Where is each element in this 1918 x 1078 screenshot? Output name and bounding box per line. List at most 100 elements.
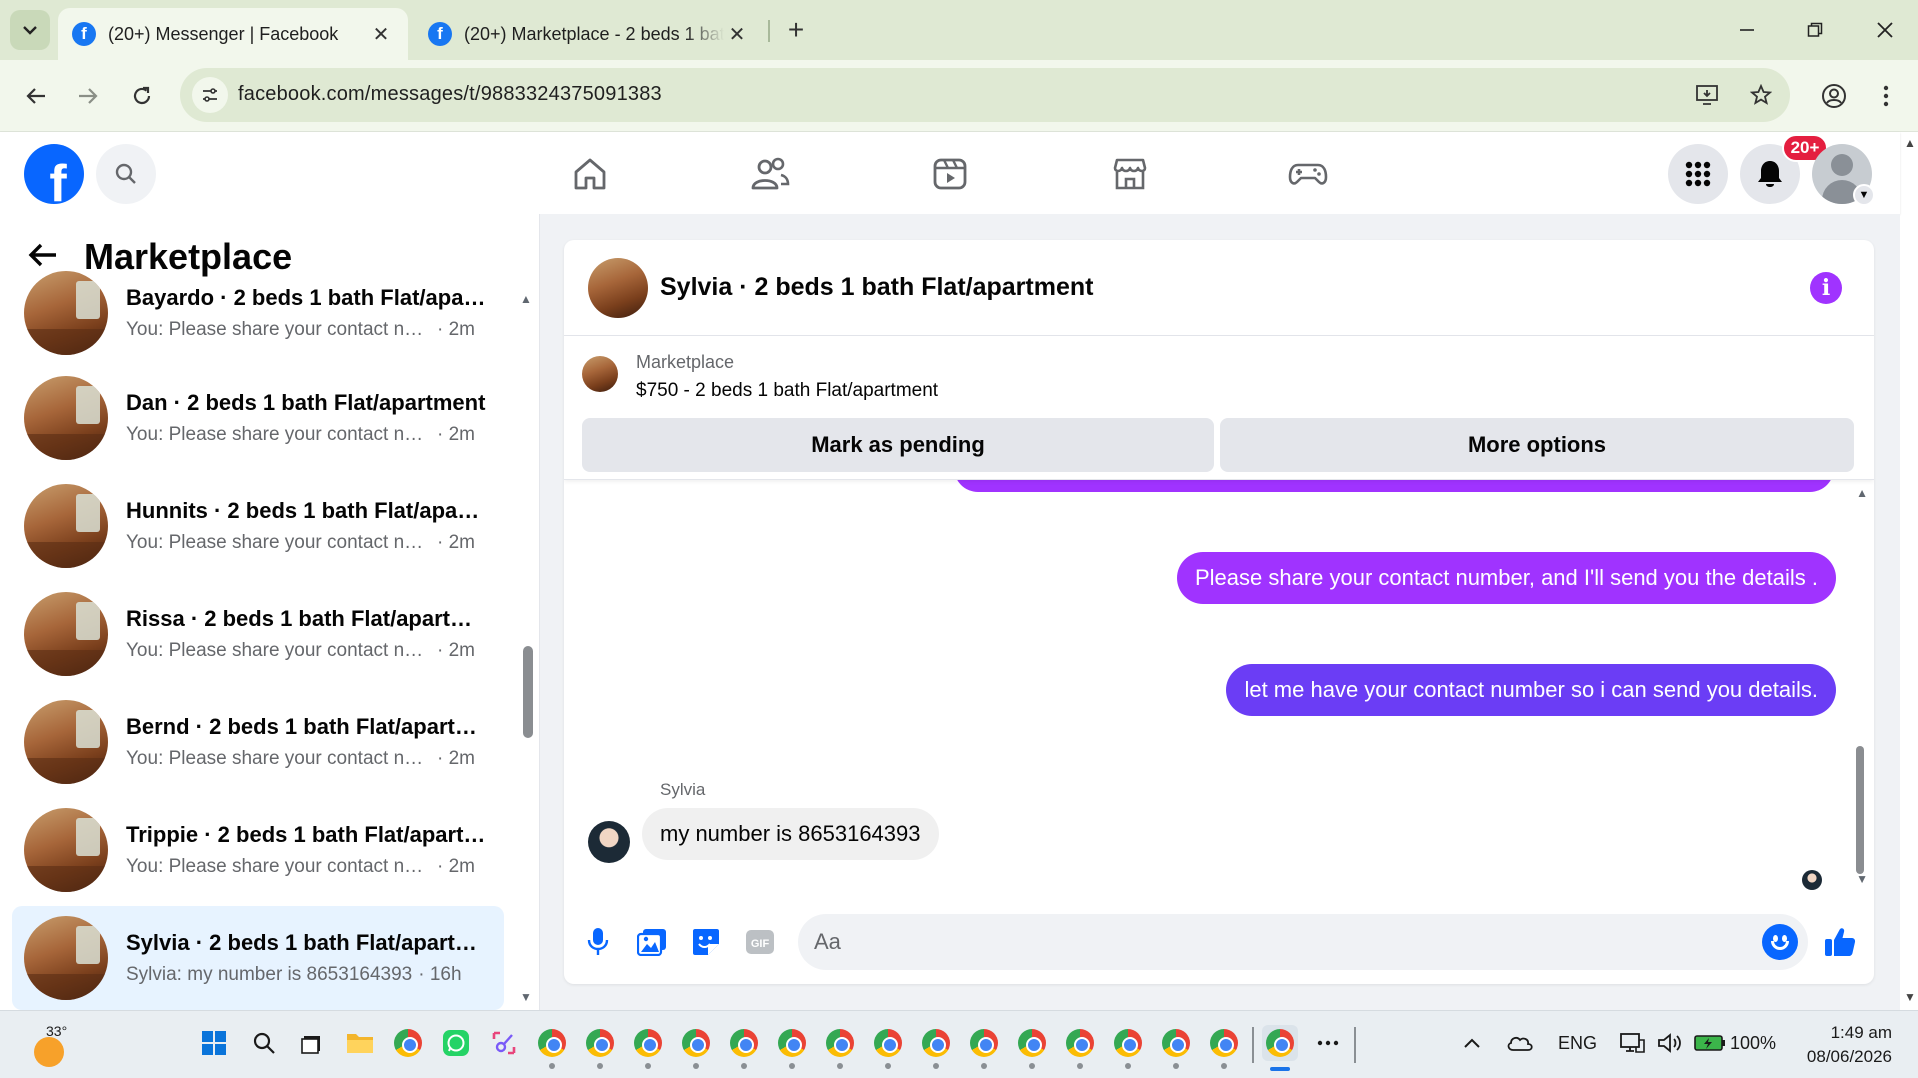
taskbar-chrome-window[interactable]: [822, 1025, 858, 1069]
network-button[interactable]: [1614, 1025, 1650, 1061]
close-tab-icon[interactable]: ✕: [368, 21, 394, 47]
chat-avatar[interactable]: [588, 257, 648, 318]
taskbar-chrome-window[interactable]: [726, 1025, 762, 1069]
chevron-down-icon: [23, 26, 37, 35]
facebook-logo[interactable]: f: [24, 144, 84, 204]
browser-menu-button[interactable]: [1866, 76, 1906, 116]
taskbar-divider: [1252, 1027, 1254, 1063]
messages-scrollbar-thumb[interactable]: [1856, 746, 1864, 874]
taskbar-chrome-window[interactable]: [1062, 1025, 1098, 1069]
conversation-item[interactable]: Hunnits · 2 beds 1 bath Flat/apartment Y…: [12, 476, 504, 576]
nav-marketplace[interactable]: [1108, 152, 1152, 196]
emoji-icon[interactable]: [1762, 924, 1798, 960]
clock-date: 08/06/2026: [1806, 1047, 1892, 1066]
messages-scroll-up-arrow[interactable]: ▲: [1856, 486, 1868, 500]
volume-button[interactable]: [1652, 1025, 1688, 1061]
message-input[interactable]: [814, 926, 1714, 958]
taskbar-chrome-window[interactable]: [1110, 1025, 1146, 1069]
listing-title[interactable]: $750 - 2 beds 1 bath Flat/apartment: [636, 380, 938, 402]
taskbar-chrome-button[interactable]: [390, 1025, 426, 1061]
conversation-item[interactable]: Trippie · 2 beds 1 bath Flat/apartment Y…: [12, 800, 504, 900]
gif-icon[interactable]: GIF: [742, 924, 778, 960]
sidebar-scroll-down-arrow[interactable]: ▼: [520, 990, 532, 1004]
info-icon[interactable]: i: [1810, 272, 1842, 304]
address-bar[interactable]: facebook.com/messages/t/9883324375091383: [180, 68, 1790, 122]
page-scroll-up-arrow[interactable]: ▲: [1904, 136, 1916, 150]
nav-friends[interactable]: [748, 152, 792, 196]
conversation-item[interactable]: Rissa · 2 beds 1 bath Flat/apartment You…: [12, 584, 504, 684]
taskbar-chrome-window[interactable]: [1158, 1025, 1194, 1069]
tab-messenger[interactable]: f (20+) Messenger | Facebook ✕: [58, 8, 408, 60]
more-options-button[interactable]: More options: [1220, 418, 1854, 472]
taskbar-chrome-window[interactable]: [678, 1025, 714, 1069]
close-window-button[interactable]: [1862, 10, 1908, 50]
taskbar-search-button[interactable]: [246, 1025, 282, 1061]
sidebar-scroll-up-arrow[interactable]: ▲: [520, 292, 532, 306]
listing-thumbnail[interactable]: [582, 356, 618, 392]
restore-button[interactable]: [1792, 10, 1838, 50]
file-explorer-button[interactable]: [342, 1025, 378, 1061]
sticker-icon[interactable]: [688, 924, 724, 960]
tab-marketplace[interactable]: f (20+) Marketplace - 2 beds 1 bath ✕: [414, 8, 764, 60]
nav-gaming[interactable]: [1286, 152, 1330, 196]
tab-search-button[interactable]: [10, 10, 50, 50]
chat-title[interactable]: Sylvia · 2 beds 1 bath Flat/apartment: [660, 273, 1093, 302]
taskbar-chrome-window[interactable]: [1206, 1025, 1242, 1069]
page-scroll-down-arrow[interactable]: ▼: [1904, 990, 1916, 1004]
new-tab-button[interactable]: +: [780, 14, 812, 46]
back-button[interactable]: [16, 76, 56, 116]
show-hidden-icons-button[interactable]: [1454, 1025, 1490, 1061]
facebook-search-button[interactable]: [96, 144, 156, 204]
taskbar-chrome-window[interactable]: [774, 1025, 810, 1069]
conversation-item[interactable]: Bayardo · 2 beds 1 bath Flat/apartment Y…: [12, 266, 504, 360]
attach-photo-icon[interactable]: [634, 924, 670, 960]
taskbar-chrome-window[interactable]: [1014, 1025, 1050, 1069]
messages-scroll-down-arrow[interactable]: ▼: [1856, 872, 1868, 886]
task-view-button[interactable]: [294, 1025, 330, 1061]
minimize-button[interactable]: [1724, 10, 1770, 50]
conversation-item[interactable]: Bernd · 2 beds 1 bath Flat/apartment You…: [12, 692, 504, 792]
taskbar-chrome-window[interactable]: [966, 1025, 1002, 1069]
outgoing-message[interactable]: Please share your contact number, and I'…: [1176, 552, 1836, 604]
taskbar-chrome-window[interactable]: [582, 1025, 618, 1069]
system-clock[interactable]: 1:49 am 08/06/2026: [1807, 1021, 1892, 1069]
listing-thumbnail: [24, 808, 108, 892]
site-info-icon[interactable]: [192, 77, 228, 113]
nav-video[interactable]: [928, 152, 972, 196]
account-chevron-icon[interactable]: ▼: [1853, 184, 1875, 206]
start-button[interactable]: [196, 1025, 232, 1061]
taskbar-overflow-button[interactable]: [1310, 1025, 1346, 1061]
nav-home[interactable]: [568, 152, 612, 196]
taskbar-chrome-window[interactable]: [870, 1025, 906, 1069]
taskbar-chrome-window[interactable]: [534, 1025, 570, 1069]
taskbar-chrome-window[interactable]: [918, 1025, 954, 1069]
arrow-right-icon: [79, 88, 98, 104]
conversation-item-active[interactable]: Sylvia · 2 beds 1 bath Flat/apartment Sy…: [12, 906, 504, 1010]
profile-button[interactable]: [1814, 76, 1854, 116]
reload-button[interactable]: [122, 76, 162, 116]
like-icon[interactable]: [1822, 924, 1858, 960]
taskbar-snipping-tool-button[interactable]: [486, 1025, 522, 1061]
forward-button[interactable]: [68, 76, 108, 116]
sidebar-scrollbar-thumb[interactable]: [523, 646, 533, 738]
onedrive-button[interactable]: [1502, 1025, 1538, 1061]
taskbar-whatsapp-button[interactable]: [438, 1025, 474, 1061]
running-indicator: [885, 1063, 891, 1069]
conversation-item[interactable]: Dan · 2 beds 1 bath Flat/apartment You: …: [12, 368, 504, 468]
language-indicator[interactable]: ENG: [1558, 1033, 1597, 1054]
bookmark-star-icon[interactable]: [1746, 80, 1776, 110]
outgoing-message[interactable]: let me have your contact number so i can…: [1226, 664, 1836, 716]
taskbar-chrome-window[interactable]: [630, 1025, 666, 1069]
sender-avatar[interactable]: [588, 821, 630, 863]
close-tab-icon[interactable]: ✕: [724, 21, 750, 47]
battery-button[interactable]: [1692, 1025, 1728, 1061]
microphone-icon[interactable]: [580, 924, 616, 960]
message-input-box[interactable]: [798, 914, 1808, 970]
mark-as-pending-button[interactable]: Mark as pending: [582, 418, 1214, 472]
weather-widget[interactable]: 33°: [28, 1023, 74, 1069]
install-app-icon[interactable]: [1692, 80, 1722, 110]
taskbar-chrome-window-active[interactable]: [1262, 1025, 1298, 1071]
conversation-name: Bayardo · 2 beds 1 bath Flat/apartment: [126, 285, 486, 310]
menu-button[interactable]: [1668, 144, 1728, 204]
incoming-message[interactable]: my number is 8653164393: [642, 808, 939, 860]
